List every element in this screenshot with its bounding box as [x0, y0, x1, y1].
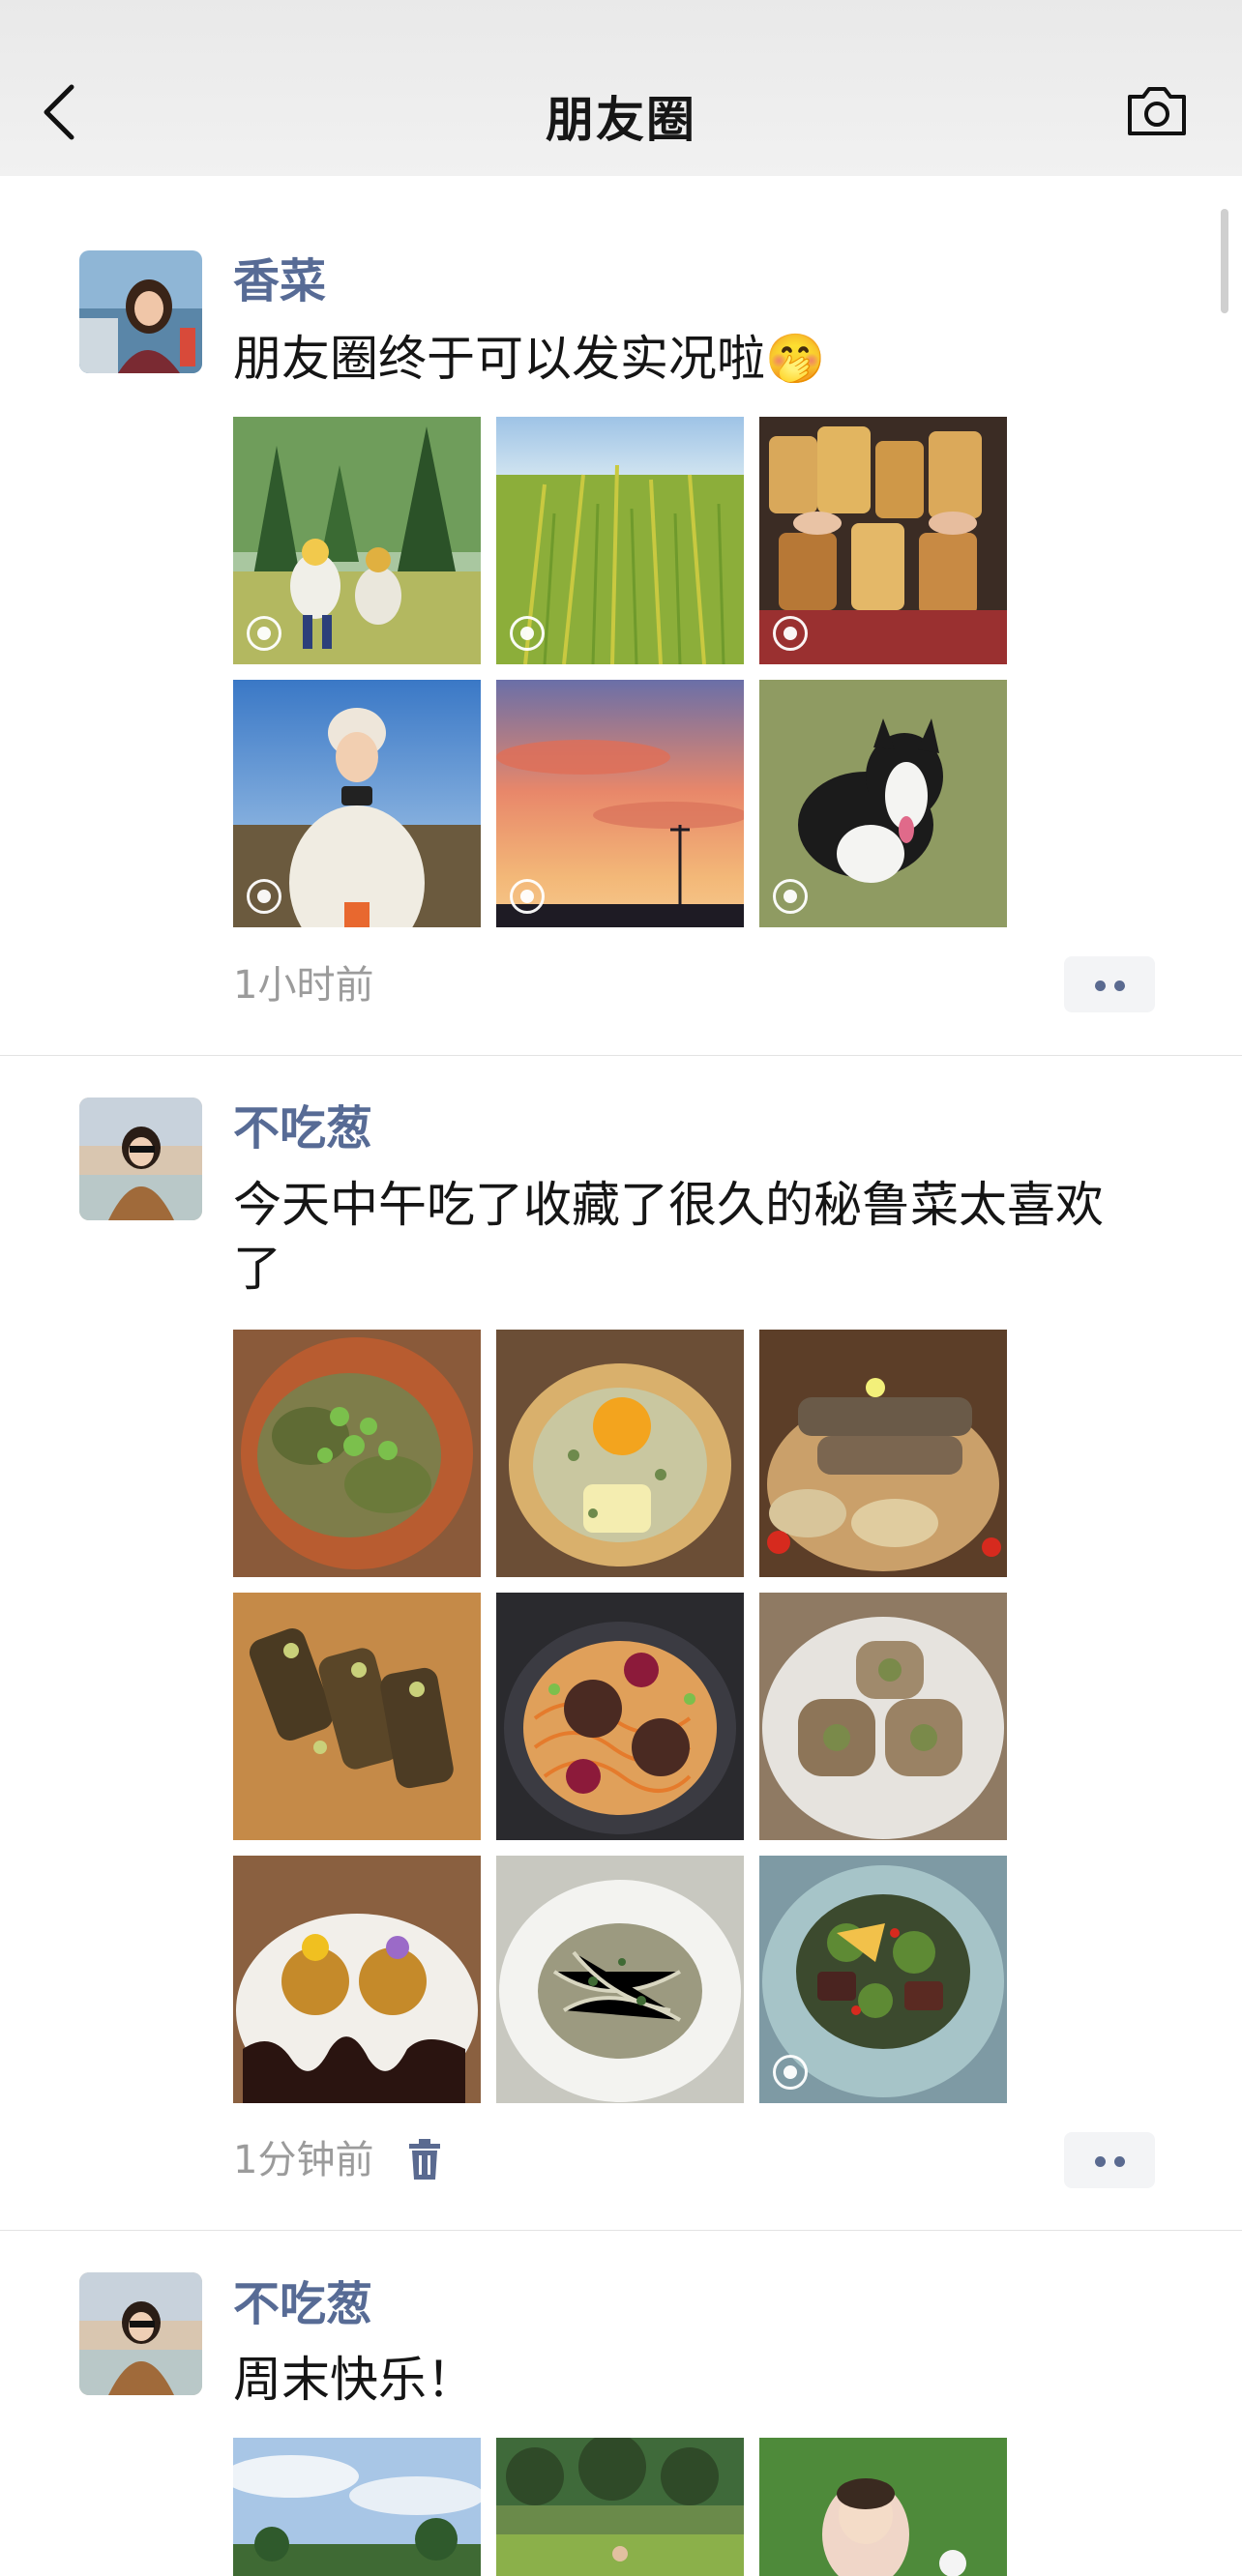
photo-thumbnail[interactable]: [496, 2438, 744, 2576]
avatar[interactable]: [79, 2272, 202, 2395]
user-name[interactable]: 香菜: [233, 253, 326, 309]
avatar[interactable]: [79, 250, 202, 373]
post-text: 朋友圈终于可以发实况啦🤭: [233, 331, 826, 387]
photo-thumbnail[interactable]: [233, 417, 481, 664]
post-time: 1分钟前: [233, 2138, 374, 2182]
post-divider: [0, 2230, 1242, 2231]
post-time: 1小时前: [233, 963, 374, 1008]
photo-thumbnail[interactable]: [496, 1856, 744, 2103]
photo-thumbnail[interactable]: [759, 1593, 1007, 1840]
camera-icon[interactable]: [1126, 83, 1188, 137]
photo-thumbnail[interactable]: [233, 2438, 481, 2576]
photo-thumbnail[interactable]: [233, 1856, 481, 2103]
photo-thumbnail[interactable]: [759, 2438, 1007, 2576]
nav-bar: 朋友圈: [0, 0, 1242, 176]
post-divider: [0, 1055, 1242, 1056]
user-name[interactable]: 不吃葱: [233, 1100, 372, 1156]
photo-thumbnail[interactable]: [233, 680, 481, 927]
page-title: 朋友圈: [546, 92, 696, 148]
avatar[interactable]: [79, 1098, 202, 1220]
live-photo-icon: [510, 879, 545, 914]
post-text: 周末快乐！: [233, 2352, 475, 2408]
live-photo-icon: [773, 2055, 808, 2090]
photo-thumbnail[interactable]: [759, 1330, 1007, 1577]
photo-thumbnail[interactable]: [496, 417, 744, 664]
live-photo-icon: [247, 879, 281, 914]
post-text: 今天中午吃了收藏了很久的秘鲁菜太喜欢了: [233, 1177, 1104, 1297]
scrollbar[interactable]: [1221, 209, 1228, 313]
photo-thumbnail[interactable]: [233, 1593, 481, 1840]
trash-icon[interactable]: [407, 2139, 442, 2180]
photo-thumbnail[interactable]: [496, 1593, 744, 1840]
photo-thumbnail[interactable]: [759, 680, 1007, 927]
live-photo-icon: [773, 879, 808, 914]
photo-thumbnail[interactable]: [496, 680, 744, 927]
live-photo-icon: [510, 616, 545, 651]
photo-thumbnail[interactable]: [759, 1856, 1007, 2103]
more-actions-button[interactable]: [1064, 2132, 1155, 2188]
more-actions-button[interactable]: [1064, 956, 1155, 1012]
user-name[interactable]: 不吃葱: [233, 2276, 372, 2332]
photo-thumbnail[interactable]: [759, 417, 1007, 664]
photo-thumbnail[interactable]: [496, 1330, 744, 1577]
live-photo-icon: [247, 616, 281, 651]
photo-thumbnail[interactable]: [233, 1330, 481, 1577]
live-photo-icon: [773, 616, 808, 651]
